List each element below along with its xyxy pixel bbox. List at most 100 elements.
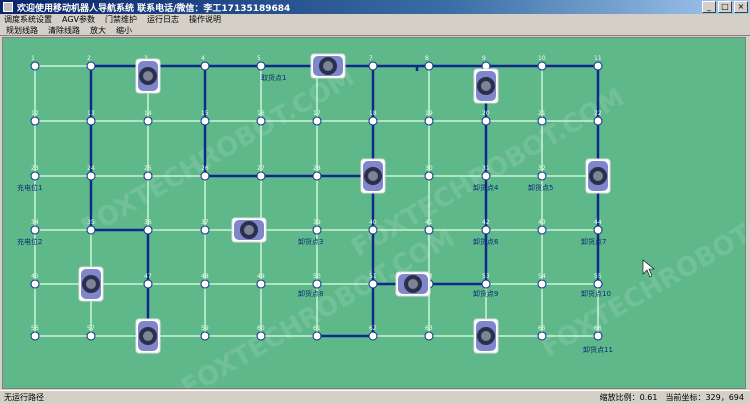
route-node[interactable] [86,116,96,126]
map-canvas[interactable]: FOXTECHROBOT.COM FOXTECHROBOT.COM FOXTEC… [2,37,746,389]
route-node[interactable] [537,279,547,289]
route-node[interactable] [200,61,210,71]
route-node[interactable] [143,279,153,289]
route-node[interactable] [368,61,378,71]
route-node[interactable] [30,171,40,181]
route-node[interactable] [593,225,603,235]
route-node[interactable] [481,171,491,181]
node-label: 1 [31,55,35,62]
app-icon [3,2,13,12]
route-node[interactable] [368,116,378,126]
route-node[interactable] [368,279,378,289]
route-node[interactable] [312,331,322,341]
route-node[interactable] [593,116,603,126]
route-node[interactable] [200,116,210,126]
route-node[interactable] [200,279,210,289]
route-node[interactable] [312,116,322,126]
route-node[interactable] [86,331,96,341]
node-label: 39 [313,219,321,226]
menu-agv-params[interactable]: AGV参数 [62,14,95,25]
node-label: 21 [538,110,546,117]
node-label: 53 [482,273,490,280]
agv-hub-icon [323,61,333,71]
route-node[interactable] [143,116,153,126]
route-map[interactable]: 1234567891011121314151617181920212223242… [3,38,746,389]
route-node[interactable] [424,116,434,126]
menu-door-maintenance[interactable]: 门禁维护 [105,14,137,25]
station-label: 充电位2 [17,237,42,246]
route-node[interactable] [30,61,40,71]
minimize-icon: _ [707,2,711,11]
route-node[interactable] [86,171,96,181]
toolbar: 规划线路 清除线路 放大 缩小 [0,25,750,36]
node-label: 59 [201,325,209,332]
menu-instructions[interactable]: 操作说明 [189,14,221,25]
route-node[interactable] [537,331,547,341]
node-label: 50 [313,273,321,280]
route-node[interactable] [256,331,266,341]
node-label: 40 [369,219,377,226]
node-label: 43 [538,219,546,226]
menu-run-log[interactable]: 运行日志 [147,14,179,25]
node-label: 42 [482,219,490,226]
station-label: 卸货点8 [298,289,323,298]
close-button[interactable]: × [734,1,748,13]
route-node[interactable] [593,279,603,289]
route-node[interactable] [537,116,547,126]
node-label: 11 [594,55,602,62]
route-node[interactable] [312,279,322,289]
route-node[interactable] [424,225,434,235]
route-node[interactable] [481,116,491,126]
route-node[interactable] [200,225,210,235]
node-label: 44 [594,219,602,226]
menu-bar: 调度系统设置 AGV参数 门禁维护 运行日志 操作说明 [0,14,750,25]
route-node[interactable] [537,61,547,71]
route-node[interactable] [424,61,434,71]
route-node[interactable] [537,171,547,181]
route-node[interactable] [30,279,40,289]
route-node[interactable] [593,331,603,341]
zoom-out-button[interactable]: 缩小 [116,25,132,36]
route-node[interactable] [481,279,491,289]
scale-readout: 缩放比例：0.61 [599,393,658,402]
route-node[interactable] [481,225,491,235]
route-node[interactable] [256,279,266,289]
status-bar: 无运行路径 缩放比例：0.61 当前坐标：329，694 [0,390,750,404]
route-node[interactable] [30,331,40,341]
zoom-in-button[interactable]: 放大 [90,25,106,36]
route-node[interactable] [368,331,378,341]
route-node[interactable] [537,225,547,235]
route-node[interactable] [368,225,378,235]
route-node[interactable] [312,171,322,181]
route-node[interactable] [424,331,434,341]
node-label: 62 [369,325,377,332]
maximize-button[interactable]: □ [718,1,732,13]
node-label: 65 [538,325,546,332]
route-node[interactable] [86,61,96,71]
route-node[interactable] [86,225,96,235]
route-node[interactable] [30,116,40,126]
clear-route-button[interactable]: 清除线路 [48,25,80,36]
route-node[interactable] [143,225,153,235]
node-label: 31 [482,165,490,172]
route-node[interactable] [143,171,153,181]
plan-route-button[interactable]: 规划线路 [6,25,38,36]
route-node[interactable] [30,225,40,235]
node-label: 8 [425,55,429,62]
agv-hub-icon [368,171,378,181]
node-label: 51 [369,273,377,280]
minimize-button[interactable]: _ [702,1,716,13]
route-node[interactable] [200,331,210,341]
menu-dispatch-settings[interactable]: 调度系统设置 [4,14,52,25]
title-bar: 欢迎使用移动机器人导航系统 联系电话/微信：李工17135189684 _ □ … [0,0,750,14]
route-node[interactable] [256,116,266,126]
route-node[interactable] [256,61,266,71]
route-node[interactable] [424,171,434,181]
route-node[interactable] [312,225,322,235]
node-label: 56 [31,325,39,332]
route-node[interactable] [256,171,266,181]
node-label: 9 [482,55,486,62]
node-label: 24 [87,165,95,172]
route-node[interactable] [200,171,210,181]
route-node[interactable] [593,61,603,71]
